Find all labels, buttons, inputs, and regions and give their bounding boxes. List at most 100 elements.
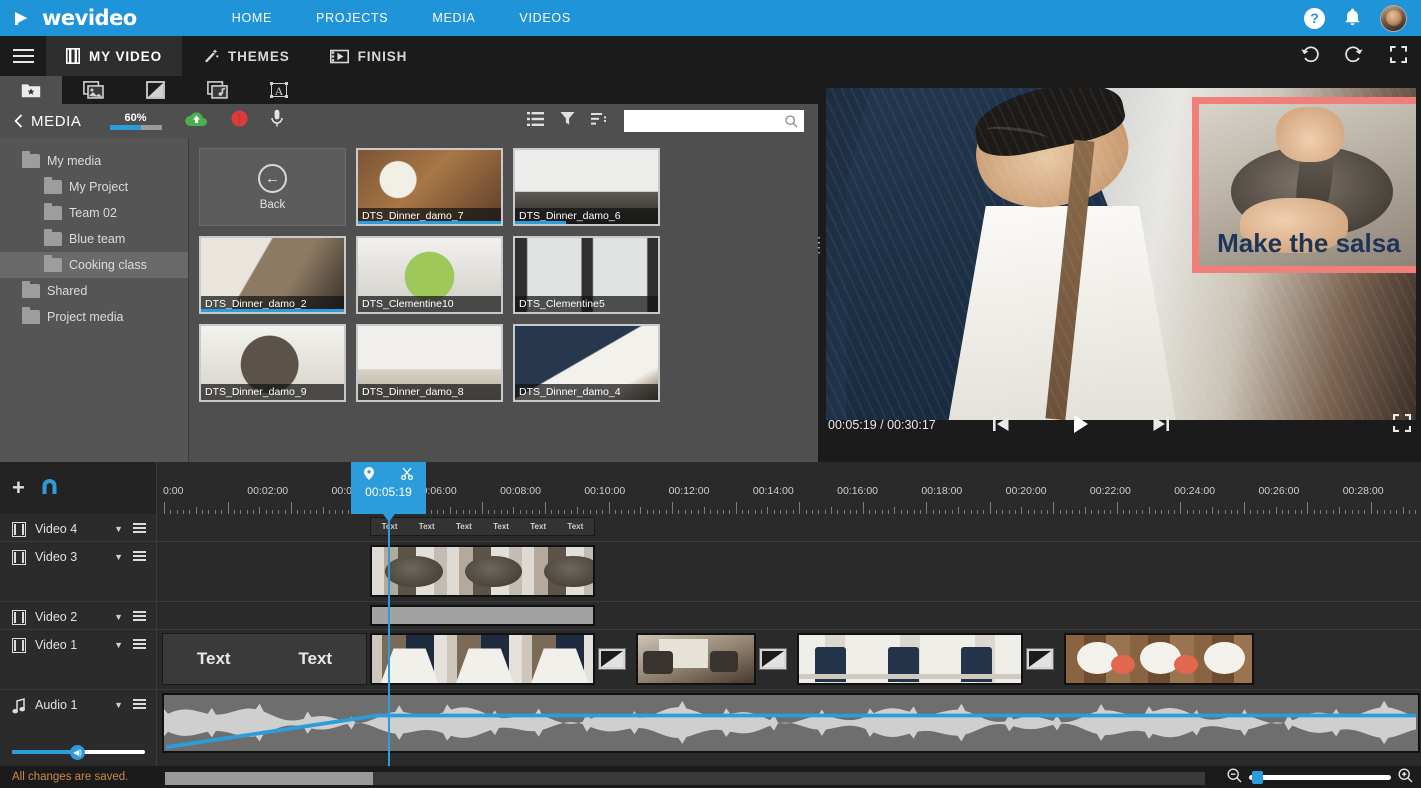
- player-fullscreen-icon[interactable]: [1393, 414, 1411, 437]
- timeline-ruler[interactable]: 00:05:19 0:0000:02:0000:04:0000:06:0000:…: [157, 462, 1421, 514]
- folder-tree-item[interactable]: My media: [0, 148, 188, 174]
- zoom-slider[interactable]: [1249, 775, 1391, 780]
- media-item[interactable]: DTS_Dinner_damo_7: [356, 148, 503, 226]
- list-view-icon[interactable]: [527, 112, 544, 131]
- chevron-down-icon[interactable]: ▼: [114, 612, 123, 622]
- track-body-video-4[interactable]: TextTextTextTextTextText: [157, 514, 1421, 541]
- timeline-clip-shelf[interactable]: [797, 633, 1023, 685]
- track-header-video-1[interactable]: Video 1 ▼: [0, 630, 157, 689]
- panel-tab-images[interactable]: [62, 76, 124, 104]
- play-icon[interactable]: [1072, 414, 1090, 437]
- undo-icon[interactable]: [1300, 46, 1319, 66]
- transition-marker-2[interactable]: [759, 648, 787, 670]
- media-item[interactable]: DTS_Dinner_damo_6: [513, 148, 660, 226]
- playhead-badge[interactable]: 00:05:19: [351, 462, 426, 514]
- panel-tab-text[interactable]: A: [248, 76, 310, 104]
- volume-slider[interactable]: ◀): [12, 746, 145, 758]
- panel-tab-transitions[interactable]: [124, 76, 186, 104]
- help-icon[interactable]: ?: [1304, 8, 1325, 29]
- zoom-in-icon[interactable]: [1398, 768, 1413, 786]
- preview-text-overlay[interactable]: Make the salsa: [1192, 97, 1416, 273]
- track-body-video-3[interactable]: [157, 542, 1421, 601]
- timeline-clip-kitchen[interactable]: [636, 633, 756, 685]
- timeline-clip-chef-1[interactable]: [370, 633, 595, 685]
- media-item-upload-progress: [358, 221, 501, 224]
- media-item[interactable]: DTS_Clementine5: [513, 236, 660, 314]
- media-item[interactable]: DTS_Dinner_damo_9: [199, 324, 346, 402]
- preview-stage[interactable]: Make the salsa: [826, 88, 1416, 420]
- media-back-button[interactable]: MEDIA: [14, 113, 82, 130]
- search-box[interactable]: [624, 110, 804, 132]
- media-item[interactable]: DTS_Dinner_damo_4: [513, 324, 660, 402]
- timeline-clip-audio[interactable]: [162, 693, 1420, 753]
- timeline-clip-title-text[interactable]: TextText: [162, 633, 367, 685]
- hamburger-menu-icon[interactable]: [0, 36, 46, 76]
- tab-themes[interactable]: THEMES: [182, 36, 310, 76]
- folder-tree-item[interactable]: Project media: [0, 304, 188, 330]
- nav-projects[interactable]: PROJECTS: [294, 0, 410, 36]
- chevron-down-icon[interactable]: ▼: [114, 552, 123, 562]
- chevron-down-icon[interactable]: ▼: [114, 524, 123, 534]
- record-icon[interactable]: [231, 110, 248, 132]
- user-avatar[interactable]: [1380, 5, 1407, 32]
- tab-my-video[interactable]: MY VIDEO: [46, 36, 182, 76]
- media-item[interactable]: DTS_Clementine10: [356, 236, 503, 314]
- track-menu-icon[interactable]: [133, 611, 146, 613]
- track-body-video-2[interactable]: [157, 602, 1421, 629]
- chevron-down-icon[interactable]: ▼: [114, 640, 123, 650]
- clip-text-label: Text: [567, 522, 583, 531]
- transition-marker-1[interactable]: [598, 648, 626, 670]
- media-back-cell[interactable]: ← Back: [199, 148, 346, 226]
- timeline-clip-text-overlay[interactable]: TextTextTextTextTextText: [370, 517, 595, 536]
- timeline-clip-mortar[interactable]: [370, 545, 595, 597]
- fullscreen-icon[interactable]: [1390, 46, 1407, 66]
- panel-tab-media[interactable]: [0, 76, 62, 104]
- timeline-horizontal-scrollbar[interactable]: [165, 772, 1205, 785]
- redo-icon[interactable]: [1345, 46, 1364, 66]
- panel-resize-handle[interactable]: ⋮⋮: [812, 240, 825, 250]
- search-input[interactable]: [630, 115, 785, 127]
- panel-tab-audio[interactable]: [186, 76, 248, 104]
- add-track-icon[interactable]: +: [12, 477, 25, 499]
- playhead-line[interactable]: [388, 514, 390, 766]
- sort-icon[interactable]: [591, 112, 608, 131]
- track-menu-icon[interactable]: [133, 523, 146, 525]
- track-menu-icon[interactable]: [133, 551, 146, 553]
- transition-marker-3[interactable]: [1026, 648, 1054, 670]
- scissors-icon[interactable]: [401, 467, 413, 483]
- zoom-slider-knob[interactable]: [1252, 771, 1263, 784]
- track-menu-icon[interactable]: [133, 639, 146, 641]
- skip-next-icon[interactable]: [1152, 415, 1170, 436]
- timeline-clip-food[interactable]: [1064, 633, 1254, 685]
- folder-tree-item[interactable]: Blue team: [0, 226, 188, 252]
- track-header-video-2[interactable]: Video 2 ▼: [0, 602, 157, 629]
- timeline-clip-blank[interactable]: [370, 605, 595, 626]
- skip-previous-icon[interactable]: [992, 415, 1010, 436]
- filter-icon[interactable]: [560, 111, 575, 131]
- folder-tree-item[interactable]: Team 02: [0, 200, 188, 226]
- tab-finish[interactable]: FINISH: [310, 36, 428, 76]
- track-body-video-1[interactable]: TextText: [157, 630, 1421, 689]
- nav-media[interactable]: MEDIA: [410, 0, 497, 36]
- nav-videos[interactable]: VIDEOS: [497, 0, 592, 36]
- magnet-snap-icon[interactable]: [39, 477, 61, 500]
- cloud-upload-icon[interactable]: [184, 110, 209, 133]
- microphone-icon[interactable]: [270, 109, 284, 133]
- media-item[interactable]: DTS_Dinner_damo_8: [356, 324, 503, 402]
- track-menu-icon[interactable]: [133, 699, 146, 701]
- marker-pin-icon[interactable]: [364, 467, 374, 483]
- media-item[interactable]: DTS_Dinner_damo_2: [199, 236, 346, 314]
- chevron-down-icon[interactable]: ▼: [114, 700, 123, 710]
- folder-tree-item[interactable]: Cooking class: [0, 252, 188, 278]
- zoom-out-icon[interactable]: [1227, 768, 1242, 786]
- nav-home[interactable]: HOME: [210, 0, 294, 36]
- notification-bell-icon[interactable]: [1343, 7, 1362, 30]
- folder-tree-item[interactable]: Shared: [0, 278, 188, 304]
- track-header-video-4[interactable]: Video 4 ▼: [0, 514, 157, 541]
- track-header-video-3[interactable]: Video 3 ▼: [0, 542, 157, 601]
- volume-knob[interactable]: ◀): [70, 745, 85, 760]
- track-body-audio-1[interactable]: [157, 690, 1421, 766]
- track-header-audio-1[interactable]: Audio 1 ▼ ◀): [0, 690, 157, 766]
- folder-tree-item[interactable]: My Project: [0, 174, 188, 200]
- wevideo-logo[interactable]: wevideo: [14, 6, 137, 30]
